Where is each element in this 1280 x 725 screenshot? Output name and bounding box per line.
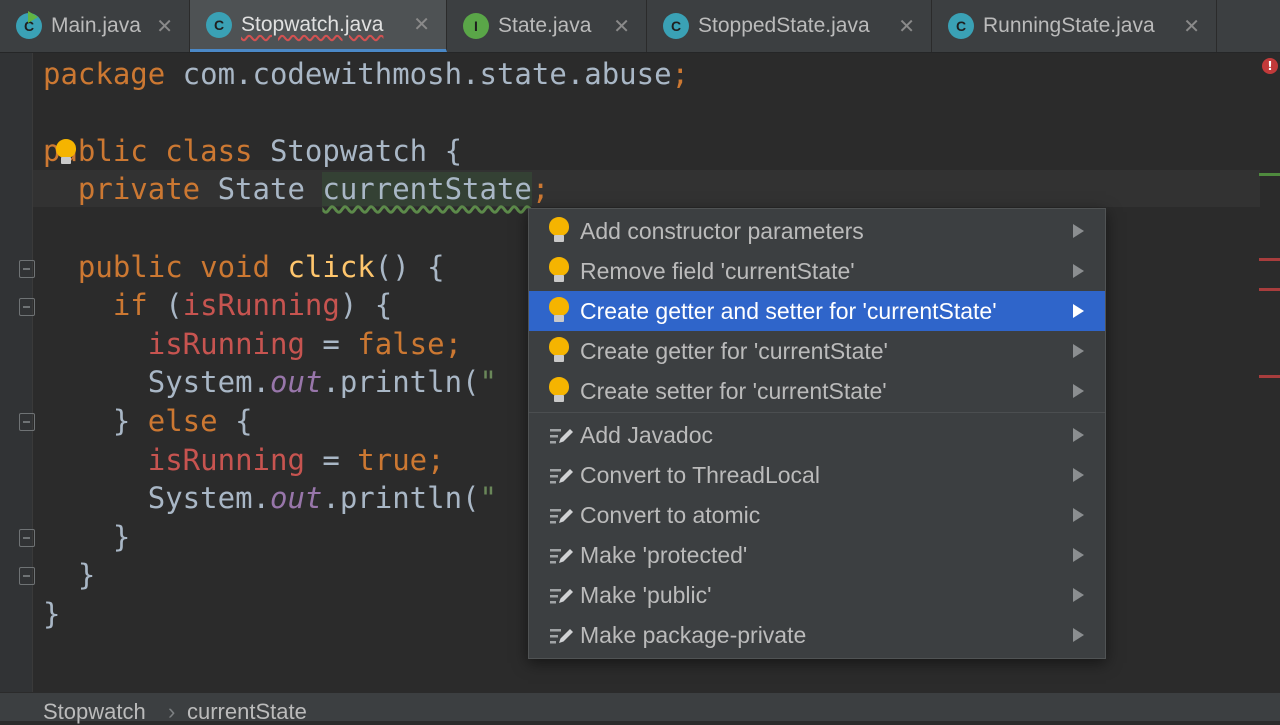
class-run-icon: C — [16, 11, 42, 39]
menu-item-make-public[interactable]: Make 'public' — [529, 575, 1105, 615]
fold-marker[interactable] — [19, 529, 35, 547]
menu-item-create-getter-and-setter[interactable]: Create getter and setter for 'currentSta… — [529, 291, 1105, 331]
submenu-arrow-icon — [1073, 508, 1084, 522]
close-icon[interactable]: ✕ — [898, 14, 915, 39]
menu-divider — [529, 412, 1105, 413]
bulb-icon — [548, 211, 580, 251]
code-line: public class Stopwatch { — [43, 134, 463, 168]
code-line: System.out.println(" — [147, 481, 497, 515]
code-line: isRunning = true; — [147, 443, 445, 477]
tab-label: RunningState.java — [983, 14, 1155, 37]
submenu-arrow-icon — [1073, 548, 1084, 562]
edit-icon — [548, 455, 580, 495]
editor-gutter — [0, 53, 33, 692]
tab-runningstate-java[interactable]: C RunningState.java ✕ — [932, 0, 1217, 52]
submenu-arrow-icon — [1073, 428, 1084, 442]
code-line: package com.codewithmosh.state.abuse; — [43, 57, 690, 91]
interface-icon: I — [463, 13, 489, 39]
tab-label: Main.java — [51, 14, 141, 37]
menu-item-add-javadoc[interactable]: Add Javadoc — [529, 415, 1105, 455]
code-line: } else { — [112, 404, 253, 438]
intention-actions-popup: Add constructor parameters Remove field … — [528, 208, 1106, 659]
bulb-icon — [548, 331, 580, 371]
code-line: } — [112, 520, 131, 554]
fold-marker[interactable] — [19, 413, 35, 431]
breadcrumb: Stopwatch › currentState — [0, 692, 1280, 724]
menu-item-make-package-private[interactable]: Make package-private — [529, 615, 1105, 655]
code-line: private State currentState; — [77, 172, 550, 206]
close-icon[interactable]: ✕ — [613, 14, 630, 39]
menu-item-remove-field[interactable]: Remove field 'currentState' — [529, 251, 1105, 291]
code-line: isRunning = false; — [147, 327, 463, 361]
menu-item-make-protected[interactable]: Make 'protected' — [529, 535, 1105, 575]
tab-stoppedstate-java[interactable]: C StoppedState.java ✕ — [647, 0, 932, 52]
menu-item-convert-atomic[interactable]: Convert to atomic — [529, 495, 1105, 535]
menu-item-add-constructor-parameters[interactable]: Add constructor parameters — [529, 211, 1105, 251]
edit-icon — [548, 575, 580, 615]
close-icon[interactable]: ✕ — [1183, 14, 1200, 39]
code-line: public void click() { — [77, 250, 445, 284]
edit-icon — [548, 615, 580, 655]
breadcrumb-item-stopwatch[interactable]: Stopwatch — [43, 699, 146, 725]
breadcrumb-separator-icon: › — [168, 699, 176, 724]
class-icon: C — [206, 11, 232, 38]
class-icon: C — [663, 13, 689, 39]
error-mark[interactable] — [1259, 288, 1280, 291]
edit-icon — [548, 495, 580, 535]
bulb-icon — [548, 291, 580, 331]
submenu-arrow-icon — [1073, 224, 1084, 238]
submenu-arrow-icon — [1073, 264, 1084, 278]
field-current-state[interactable]: currentState — [322, 172, 532, 206]
error-icon[interactable]: ! — [1262, 58, 1278, 74]
menu-item-create-getter[interactable]: Create getter for 'currentState' — [529, 331, 1105, 371]
tab-main-java[interactable]: C Main.java ✕ — [0, 0, 190, 52]
menu-item-create-setter[interactable]: Create setter for 'currentState' — [529, 371, 1105, 411]
submenu-arrow-icon — [1073, 628, 1084, 642]
code-line: } — [43, 597, 61, 631]
close-icon[interactable]: ✕ — [413, 12, 430, 37]
tab-label: Stopwatch.java — [241, 12, 384, 36]
menu-item-convert-threadlocal[interactable]: Convert to ThreadLocal — [529, 455, 1105, 495]
fold-marker[interactable] — [19, 298, 35, 316]
tab-stopwatch-java[interactable]: C Stopwatch.java ✕ — [190, 0, 447, 52]
submenu-arrow-icon — [1073, 304, 1084, 318]
tab-label: StoppedState.java — [698, 14, 870, 37]
edit-icon — [548, 415, 580, 455]
tab-state-java[interactable]: I State.java ✕ — [447, 0, 647, 52]
warning-mark[interactable] — [1259, 173, 1280, 176]
code-line: System.out.println(" — [147, 365, 497, 399]
fold-marker[interactable] — [19, 260, 35, 278]
error-stripe — [1261, 53, 1280, 692]
error-mark[interactable] — [1259, 258, 1280, 261]
submenu-arrow-icon — [1073, 344, 1084, 358]
bulb-icon — [548, 251, 580, 291]
submenu-arrow-icon — [1073, 384, 1084, 398]
tab-label: State.java — [498, 14, 592, 37]
error-mark[interactable] — [1259, 375, 1280, 378]
code-line: } — [77, 558, 96, 592]
fold-marker[interactable] — [19, 567, 35, 585]
editor-tab-bar: C Main.java ✕ C Stopwatch.java ✕ I State… — [0, 0, 1280, 53]
bulb-icon — [548, 371, 580, 411]
class-icon: C — [948, 13, 974, 39]
submenu-arrow-icon — [1073, 588, 1084, 602]
breadcrumb-item-current-state[interactable]: currentState — [187, 699, 307, 725]
edit-icon — [548, 535, 580, 575]
submenu-arrow-icon — [1073, 468, 1084, 482]
intention-bulb-icon[interactable] — [56, 139, 76, 165]
code-line: if (isRunning) { — [112, 288, 393, 322]
close-icon[interactable]: ✕ — [156, 14, 173, 39]
